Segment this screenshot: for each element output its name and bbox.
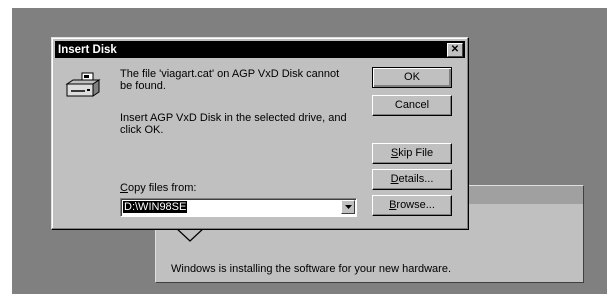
installer-status-text: Windows is installing the software for y… <box>171 263 452 275</box>
dropdown-button[interactable] <box>341 200 355 214</box>
copy-files-combobox[interactable]: D:\WIN98SE <box>120 198 357 217</box>
chevron-down-icon <box>344 205 352 209</box>
details-mnemonic: D <box>390 173 399 185</box>
close-icon: ✕ <box>450 43 460 55</box>
browse-label: rowse... <box>396 199 435 211</box>
ok-button-label: OK <box>404 71 420 83</box>
skip-file-button[interactable]: Skip File <box>372 143 452 164</box>
message-file-not-found: The file 'viagart.cat' on AGP VxD Disk c… <box>120 68 340 92</box>
cancel-button[interactable]: Cancel <box>372 95 452 116</box>
cancel-button-label: Cancel <box>394 99 430 111</box>
dialog-titlebar[interactable]: Insert Disk ✕ <box>55 41 465 58</box>
ok-button[interactable]: OK <box>372 67 452 88</box>
copy-files-label-text: opy files from: <box>127 182 197 194</box>
details-label: etails... <box>398 173 434 185</box>
copy-files-label: Copy files from: <box>120 182 196 194</box>
message-insert-disk: Insert AGP VxD Disk in the selected driv… <box>120 112 347 136</box>
browse-button[interactable]: Browse... <box>372 195 452 216</box>
insert-disk-dialog: Insert Disk ✕ The file 'viagart.cat' on … <box>51 37 469 230</box>
disk-drive-icon <box>65 72 101 97</box>
dialog-title: Insert Disk <box>58 43 117 56</box>
copy-files-value[interactable]: D:\WIN98SE <box>123 201 188 213</box>
copy-files-mnemonic: C <box>120 182 128 194</box>
close-button[interactable]: ✕ <box>447 42 463 57</box>
skip-file-label: kip File <box>398 147 434 159</box>
details-button[interactable]: Details... <box>372 169 452 190</box>
